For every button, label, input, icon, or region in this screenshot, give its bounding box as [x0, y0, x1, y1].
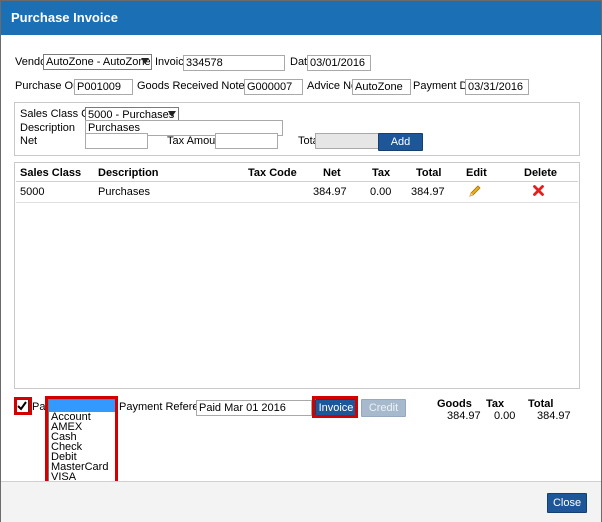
net-label: Net: [20, 135, 38, 147]
col-net: Net: [323, 167, 341, 179]
col-description: Description: [98, 167, 159, 179]
cell-sales-class: 5000: [20, 186, 45, 198]
payment-due-input[interactable]: 03/31/2016: [465, 79, 529, 95]
highlight-paid-checkbox: [14, 397, 32, 415]
vendor-select-value: AutoZone - AutoZone: [46, 56, 151, 68]
goods-total-value: 384.97: [447, 410, 481, 422]
cell-total: 384.97: [411, 186, 445, 198]
cell-net: 384.97: [313, 186, 347, 198]
tax-total-value: 0.00: [494, 410, 516, 422]
pencil-icon[interactable]: [468, 184, 481, 198]
cell-tax: 0.00: [370, 186, 392, 198]
credit-button[interactable]: Credit: [361, 399, 406, 417]
col-delete: Delete: [524, 167, 558, 179]
tax-amount-input[interactable]: [215, 133, 278, 149]
net-input[interactable]: [85, 133, 148, 149]
grand-total-value: 384.97: [537, 410, 571, 422]
vendor-select[interactable]: AutoZone - AutoZone: [43, 54, 152, 70]
close-button[interactable]: Close: [547, 493, 587, 513]
invoice-number-input[interactable]: 334578: [183, 55, 285, 71]
advice-note-input[interactable]: AutoZone: [352, 79, 411, 95]
highlight-invoice-button: [312, 396, 358, 418]
table-row: 5000 Purchases 384.97 0.00 384.97: [16, 182, 578, 203]
purchase-order-input[interactable]: P001009: [74, 79, 133, 95]
grid-header: Sales Class Description Tax Code Net Tax…: [16, 163, 578, 182]
grn-input[interactable]: G000007: [244, 79, 303, 95]
purchase-invoice-dialog: Purchase Invoice Vendor AutoZone - AutoZ…: [0, 0, 602, 522]
highlight-payment-method: [45, 396, 118, 485]
chevron-down-icon: [168, 111, 176, 117]
delete-icon[interactable]: [533, 185, 544, 196]
cell-description: Purchases: [98, 186, 150, 198]
goods-total-label: Goods: [437, 398, 472, 410]
col-sales-class: Sales Class: [20, 167, 82, 179]
chevron-down-icon: [141, 58, 149, 64]
payment-reference-input[interactable]: Paid Mar 01 2016: [196, 400, 312, 416]
total-input: [315, 133, 379, 149]
col-tax-code: Tax Code: [248, 167, 297, 179]
grand-total-label: Total: [528, 398, 554, 410]
col-total: Total: [416, 167, 442, 179]
col-edit: Edit: [466, 167, 487, 179]
col-tax: Tax: [372, 167, 391, 179]
dialog-footer: Close: [1, 481, 601, 522]
date-input[interactable]: 03/01/2016: [307, 55, 371, 71]
add-line-button[interactable]: Add: [378, 133, 423, 151]
tax-total-label: Tax: [486, 398, 505, 410]
dialog-title: Purchase Invoice: [1, 1, 601, 35]
